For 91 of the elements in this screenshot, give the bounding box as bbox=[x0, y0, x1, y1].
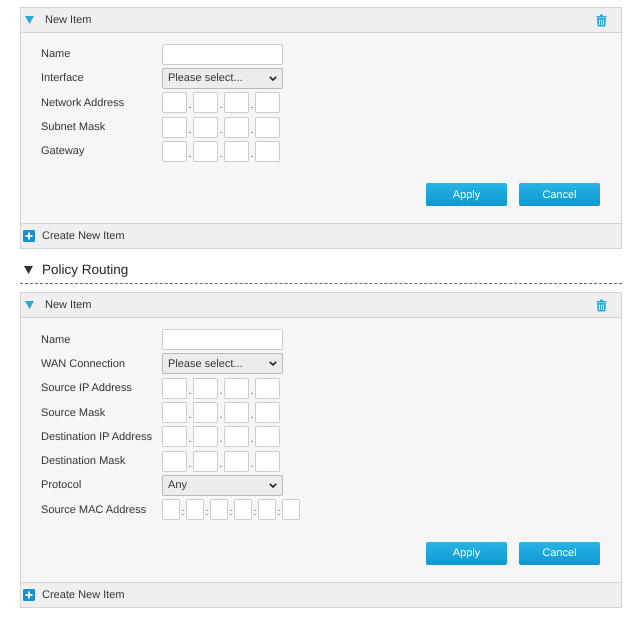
section-title: Policy Routing bbox=[42, 262, 128, 278]
field-label: Name bbox=[41, 48, 72, 60]
octet-field[interactable] bbox=[193, 92, 218, 114]
octet-field[interactable] bbox=[224, 92, 249, 114]
mac-segment-field[interactable] bbox=[282, 499, 300, 520]
octet-field[interactable] bbox=[162, 450, 187, 472]
dropdown[interactable]: Please select... bbox=[162, 353, 283, 374]
plus-icon bbox=[23, 230, 35, 242]
mac-segment-field[interactable] bbox=[234, 499, 252, 520]
text-field[interactable] bbox=[162, 44, 283, 65]
field-label: Destination IP Address bbox=[41, 430, 154, 443]
field-label: Source MAC Address bbox=[41, 504, 148, 516]
octet-field[interactable] bbox=[255, 116, 280, 138]
plus-icon bbox=[23, 588, 35, 601]
octet-field[interactable] bbox=[255, 378, 280, 399]
field-label: WAN Connection bbox=[41, 358, 126, 370]
trash-icon[interactable] bbox=[596, 14, 607, 26]
mac-segment-field[interactable] bbox=[258, 499, 276, 520]
mac-segment-field[interactable] bbox=[210, 499, 228, 520]
create-item-button[interactable]: Create New Item bbox=[23, 230, 125, 242]
octet-field[interactable] bbox=[193, 378, 218, 399]
octet-field[interactable] bbox=[193, 402, 218, 424]
chevron-down-icon bbox=[269, 482, 277, 488]
octet-field[interactable] bbox=[224, 450, 249, 472]
separator: . bbox=[250, 148, 254, 162]
mac-segment-field[interactable] bbox=[162, 499, 180, 520]
field-label: Network Address bbox=[41, 96, 126, 109]
separator: . bbox=[250, 124, 254, 138]
octet-field[interactable] bbox=[224, 402, 249, 424]
separator: : bbox=[204, 506, 210, 520]
separator: . bbox=[188, 433, 192, 448]
separator: . bbox=[188, 148, 192, 162]
chevron-down-icon bbox=[269, 361, 277, 366]
octet-field[interactable] bbox=[224, 140, 249, 162]
field-label: Interface bbox=[41, 72, 85, 84]
octet-field[interactable] bbox=[255, 92, 280, 114]
dropdown[interactable]: Any bbox=[162, 474, 283, 496]
separator: : bbox=[252, 506, 258, 520]
separator: . bbox=[250, 458, 254, 472]
separator: . bbox=[188, 124, 192, 138]
field-label: Protocol bbox=[41, 479, 82, 492]
separator: . bbox=[218, 99, 224, 114]
separator: . bbox=[218, 409, 224, 424]
octet-field[interactable] bbox=[224, 116, 249, 138]
separator: : bbox=[228, 506, 234, 520]
trash-icon[interactable] bbox=[596, 298, 607, 312]
separator: . bbox=[250, 433, 254, 448]
chevron-down-icon bbox=[269, 76, 277, 81]
separator: . bbox=[218, 384, 224, 399]
separator: . bbox=[188, 458, 192, 472]
separator: . bbox=[250, 384, 254, 399]
mac-segment-field[interactable] bbox=[186, 499, 204, 520]
octet-field[interactable] bbox=[224, 426, 249, 448]
collapse-arrow-icon[interactable] bbox=[24, 266, 33, 274]
separator: . bbox=[218, 433, 224, 448]
field-label: Name bbox=[41, 334, 72, 346]
octet-field[interactable] bbox=[162, 378, 187, 399]
octet-field[interactable] bbox=[255, 140, 280, 162]
panel-title: New Item bbox=[45, 299, 92, 312]
octet-field[interactable] bbox=[162, 92, 187, 114]
separator: . bbox=[188, 409, 192, 424]
dropdown[interactable]: Please select... bbox=[162, 68, 283, 89]
separator: . bbox=[250, 409, 254, 424]
separator: . bbox=[218, 458, 224, 472]
field-label: Source Mask bbox=[41, 406, 106, 419]
text-field[interactable] bbox=[162, 329, 283, 350]
separator: . bbox=[250, 99, 254, 114]
separator: . bbox=[188, 99, 192, 114]
separator: : bbox=[276, 506, 282, 520]
octet-field[interactable] bbox=[255, 426, 280, 448]
separator: . bbox=[218, 124, 224, 138]
octet-field[interactable] bbox=[255, 450, 280, 472]
octet-field[interactable] bbox=[162, 402, 187, 424]
separator: : bbox=[180, 506, 186, 520]
separator: . bbox=[188, 384, 192, 399]
octet-field[interactable] bbox=[193, 116, 218, 138]
octet-field[interactable] bbox=[162, 116, 187, 138]
field-label: Gateway bbox=[41, 145, 86, 158]
create-item-button[interactable]: Create New Item bbox=[23, 588, 125, 601]
panel-title: New Item bbox=[45, 14, 92, 26]
octet-field[interactable] bbox=[193, 450, 218, 472]
octet-field[interactable] bbox=[255, 402, 280, 424]
separator: . bbox=[218, 148, 224, 162]
field-label: Subnet Mask bbox=[41, 121, 106, 134]
octet-field[interactable] bbox=[193, 140, 218, 162]
octet-field[interactable] bbox=[162, 140, 187, 162]
field-label: Destination Mask bbox=[41, 455, 126, 468]
field-label: Source IP Address bbox=[41, 382, 133, 394]
octet-field[interactable] bbox=[193, 426, 218, 448]
octet-field[interactable] bbox=[162, 426, 187, 448]
octet-field[interactable] bbox=[224, 378, 249, 399]
